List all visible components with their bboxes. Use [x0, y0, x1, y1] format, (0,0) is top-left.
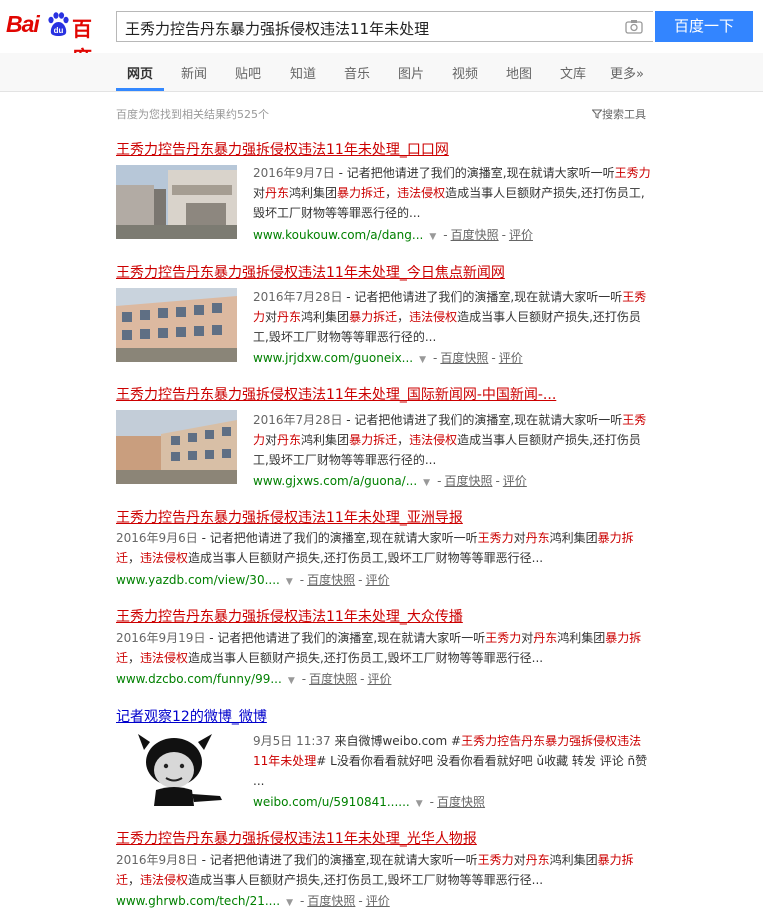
dropdown-arrow-icon[interactable]: ▼: [416, 799, 423, 809]
result-abstract: 2016年9月8日 - 记者把他请进了我们的演播室,现在就请大家听一听王秀力对丹…: [116, 853, 634, 887]
tab-tieba[interactable]: 贴吧: [235, 63, 261, 82]
result-abstract: 2016年7月28日 - 记者把他请进了我们的演播室,现在就请大家听一听王秀力对…: [253, 413, 647, 467]
tab-music[interactable]: 音乐: [344, 63, 370, 82]
review-link[interactable]: 评价: [499, 351, 523, 365]
tab-more[interactable]: 更多»: [610, 63, 644, 82]
search-tools-label: 搜索工具: [602, 108, 646, 121]
search-tools-button[interactable]: 搜索工具: [591, 106, 646, 122]
search-input[interactable]: 王秀力控告丹东暴力强拆侵权违法11年未处理: [116, 11, 653, 42]
building-photo-icon: [116, 288, 237, 362]
cache-link[interactable]: 百度快照: [444, 474, 492, 488]
cache-link[interactable]: 百度快照: [440, 351, 488, 365]
building-photo-icon: [116, 410, 237, 484]
camera-icon[interactable]: [625, 19, 643, 34]
factory-photo-icon: [116, 165, 237, 239]
logo-bai: Bai: [6, 11, 40, 37]
result-title[interactable]: 王秀力控告丹东暴力强拆侵权违法11年未处理_口口网: [116, 139, 449, 159]
dropdown-arrow-icon[interactable]: ▼: [419, 355, 426, 365]
tab-map[interactable]: 地图: [506, 63, 532, 82]
dropdown-arrow-icon[interactable]: ▼: [288, 676, 295, 686]
result-url[interactable]: www.ghrwb.com/tech/21....: [116, 894, 280, 908]
result-url[interactable]: www.dzcbo.com/funny/99...: [116, 672, 282, 686]
result-abstract: 2016年9月7日 - 记者把他请进了我们的演播室,现在就请大家听一听王秀力对丹…: [253, 166, 651, 220]
result-thumbnail[interactable]: [116, 410, 237, 484]
result-url-line: weibo.com/u/5910841...... ▼ - 百度快照: [253, 795, 486, 809]
header: Bai du 百度 王秀力控告丹东暴力强拆侵权违法11年未处理 百度一下: [0, 0, 763, 70]
logo-du: du: [54, 26, 64, 35]
paw-icon: du: [48, 12, 69, 36]
review-link[interactable]: 评价: [366, 894, 390, 908]
result-abstract: 2016年7月28日 - 记者把他请进了我们的演播室,现在就请大家听一听王秀力对…: [253, 290, 647, 344]
avatar[interactable]: [132, 730, 232, 808]
cache-link[interactable]: 百度快照: [307, 894, 355, 908]
result-url[interactable]: weibo.com/u/5910841......: [253, 795, 410, 809]
nav-bar: 网页 新闻 贴吧 知道 音乐 图片 视频 地图 文库 更多»: [0, 53, 763, 92]
tab-images[interactable]: 图片: [398, 63, 424, 82]
dropdown-arrow-icon[interactable]: ▼: [429, 232, 436, 242]
cache-link[interactable]: 百度快照: [451, 228, 499, 242]
review-link[interactable]: 评价: [509, 228, 533, 242]
review-link[interactable]: 评价: [503, 474, 527, 488]
result-title[interactable]: 王秀力控告丹东暴力强拆侵权违法11年未处理_光华人物报: [116, 828, 477, 848]
cartoon-avatar-icon: [132, 730, 232, 808]
search-query: 王秀力控告丹东暴力强拆侵权违法11年未处理: [125, 20, 430, 38]
result-title[interactable]: 王秀力控告丹东暴力强拆侵权违法11年未处理_国际新闻网-中国新闻-...: [116, 384, 556, 404]
result-url[interactable]: www.koukouw.com/a/dang...: [253, 228, 423, 242]
tab-zhidao[interactable]: 知道: [290, 63, 316, 82]
search-button[interactable]: 百度一下: [655, 11, 753, 42]
result-url-line: www.ghrwb.com/tech/21.... ▼ - 百度快照 - 评价: [116, 894, 390, 908]
result-title[interactable]: 王秀力控告丹东暴力强拆侵权违法11年未处理_亚洲导报: [116, 507, 463, 527]
result-thumbnail[interactable]: [116, 288, 237, 362]
result-url[interactable]: www.gjxws.com/a/guona/...: [253, 474, 417, 488]
filter-icon: [591, 109, 603, 119]
dropdown-arrow-icon[interactable]: ▼: [286, 898, 293, 908]
result-url[interactable]: www.yazdb.com/view/30....: [116, 573, 280, 587]
cache-link[interactable]: 百度快照: [309, 672, 357, 686]
cache-link[interactable]: 百度快照: [307, 573, 355, 587]
review-link[interactable]: 评价: [367, 672, 391, 686]
result-url-line: www.yazdb.com/view/30.... ▼ - 百度快照 - 评价: [116, 573, 390, 587]
active-tab-indicator: [116, 88, 164, 91]
result-url-line: www.koukouw.com/a/dang... ▼ - 百度快照 - 评价: [253, 228, 533, 242]
baidu-logo[interactable]: Bai du 百度: [6, 11, 106, 70]
result-title[interactable]: 王秀力控告丹东暴力强拆侵权违法11年未处理_大众传播: [116, 606, 463, 626]
result-url-line: www.dzcbo.com/funny/99... ▼ - 百度快照 - 评价: [116, 672, 392, 686]
result-url-line: www.jrjdxw.com/guoneix... ▼ - 百度快照 - 评价: [253, 351, 523, 365]
tab-web[interactable]: 网页: [127, 63, 153, 82]
review-link[interactable]: 评价: [365, 573, 389, 587]
result-thumbnail[interactable]: [116, 165, 237, 239]
dropdown-arrow-icon[interactable]: ▼: [423, 478, 430, 488]
result-url[interactable]: www.jrjdxw.com/guoneix...: [253, 351, 413, 365]
cache-link[interactable]: 百度快照: [437, 795, 485, 809]
dropdown-arrow-icon[interactable]: ▼: [286, 577, 293, 587]
tab-news[interactable]: 新闻: [181, 63, 207, 82]
result-abstract: 2016年9月19日 - 记者把他请进了我们的演播室,现在就请大家听一听王秀力对…: [116, 631, 642, 665]
result-url-line: www.gjxws.com/a/guona/... ▼ - 百度快照 - 评价: [253, 474, 527, 488]
result-title[interactable]: 记者观察12的微博_微博: [116, 706, 267, 726]
result-count: 百度为您找到相关结果约525个: [116, 108, 269, 121]
tab-wenku[interactable]: 文库: [560, 63, 586, 82]
result-title[interactable]: 王秀力控告丹东暴力强拆侵权违法11年未处理_今日焦点新闻网: [116, 262, 505, 282]
result-abstract: 2016年9月6日 - 记者把他请进了我们的演播室,现在就请大家听一听王秀力对丹…: [116, 531, 634, 565]
result-abstract: 9月5日 11:37 来自微博weibo.com #王秀力控告丹东暴力强拆侵权违…: [253, 734, 648, 788]
tab-video[interactable]: 视频: [452, 63, 478, 82]
